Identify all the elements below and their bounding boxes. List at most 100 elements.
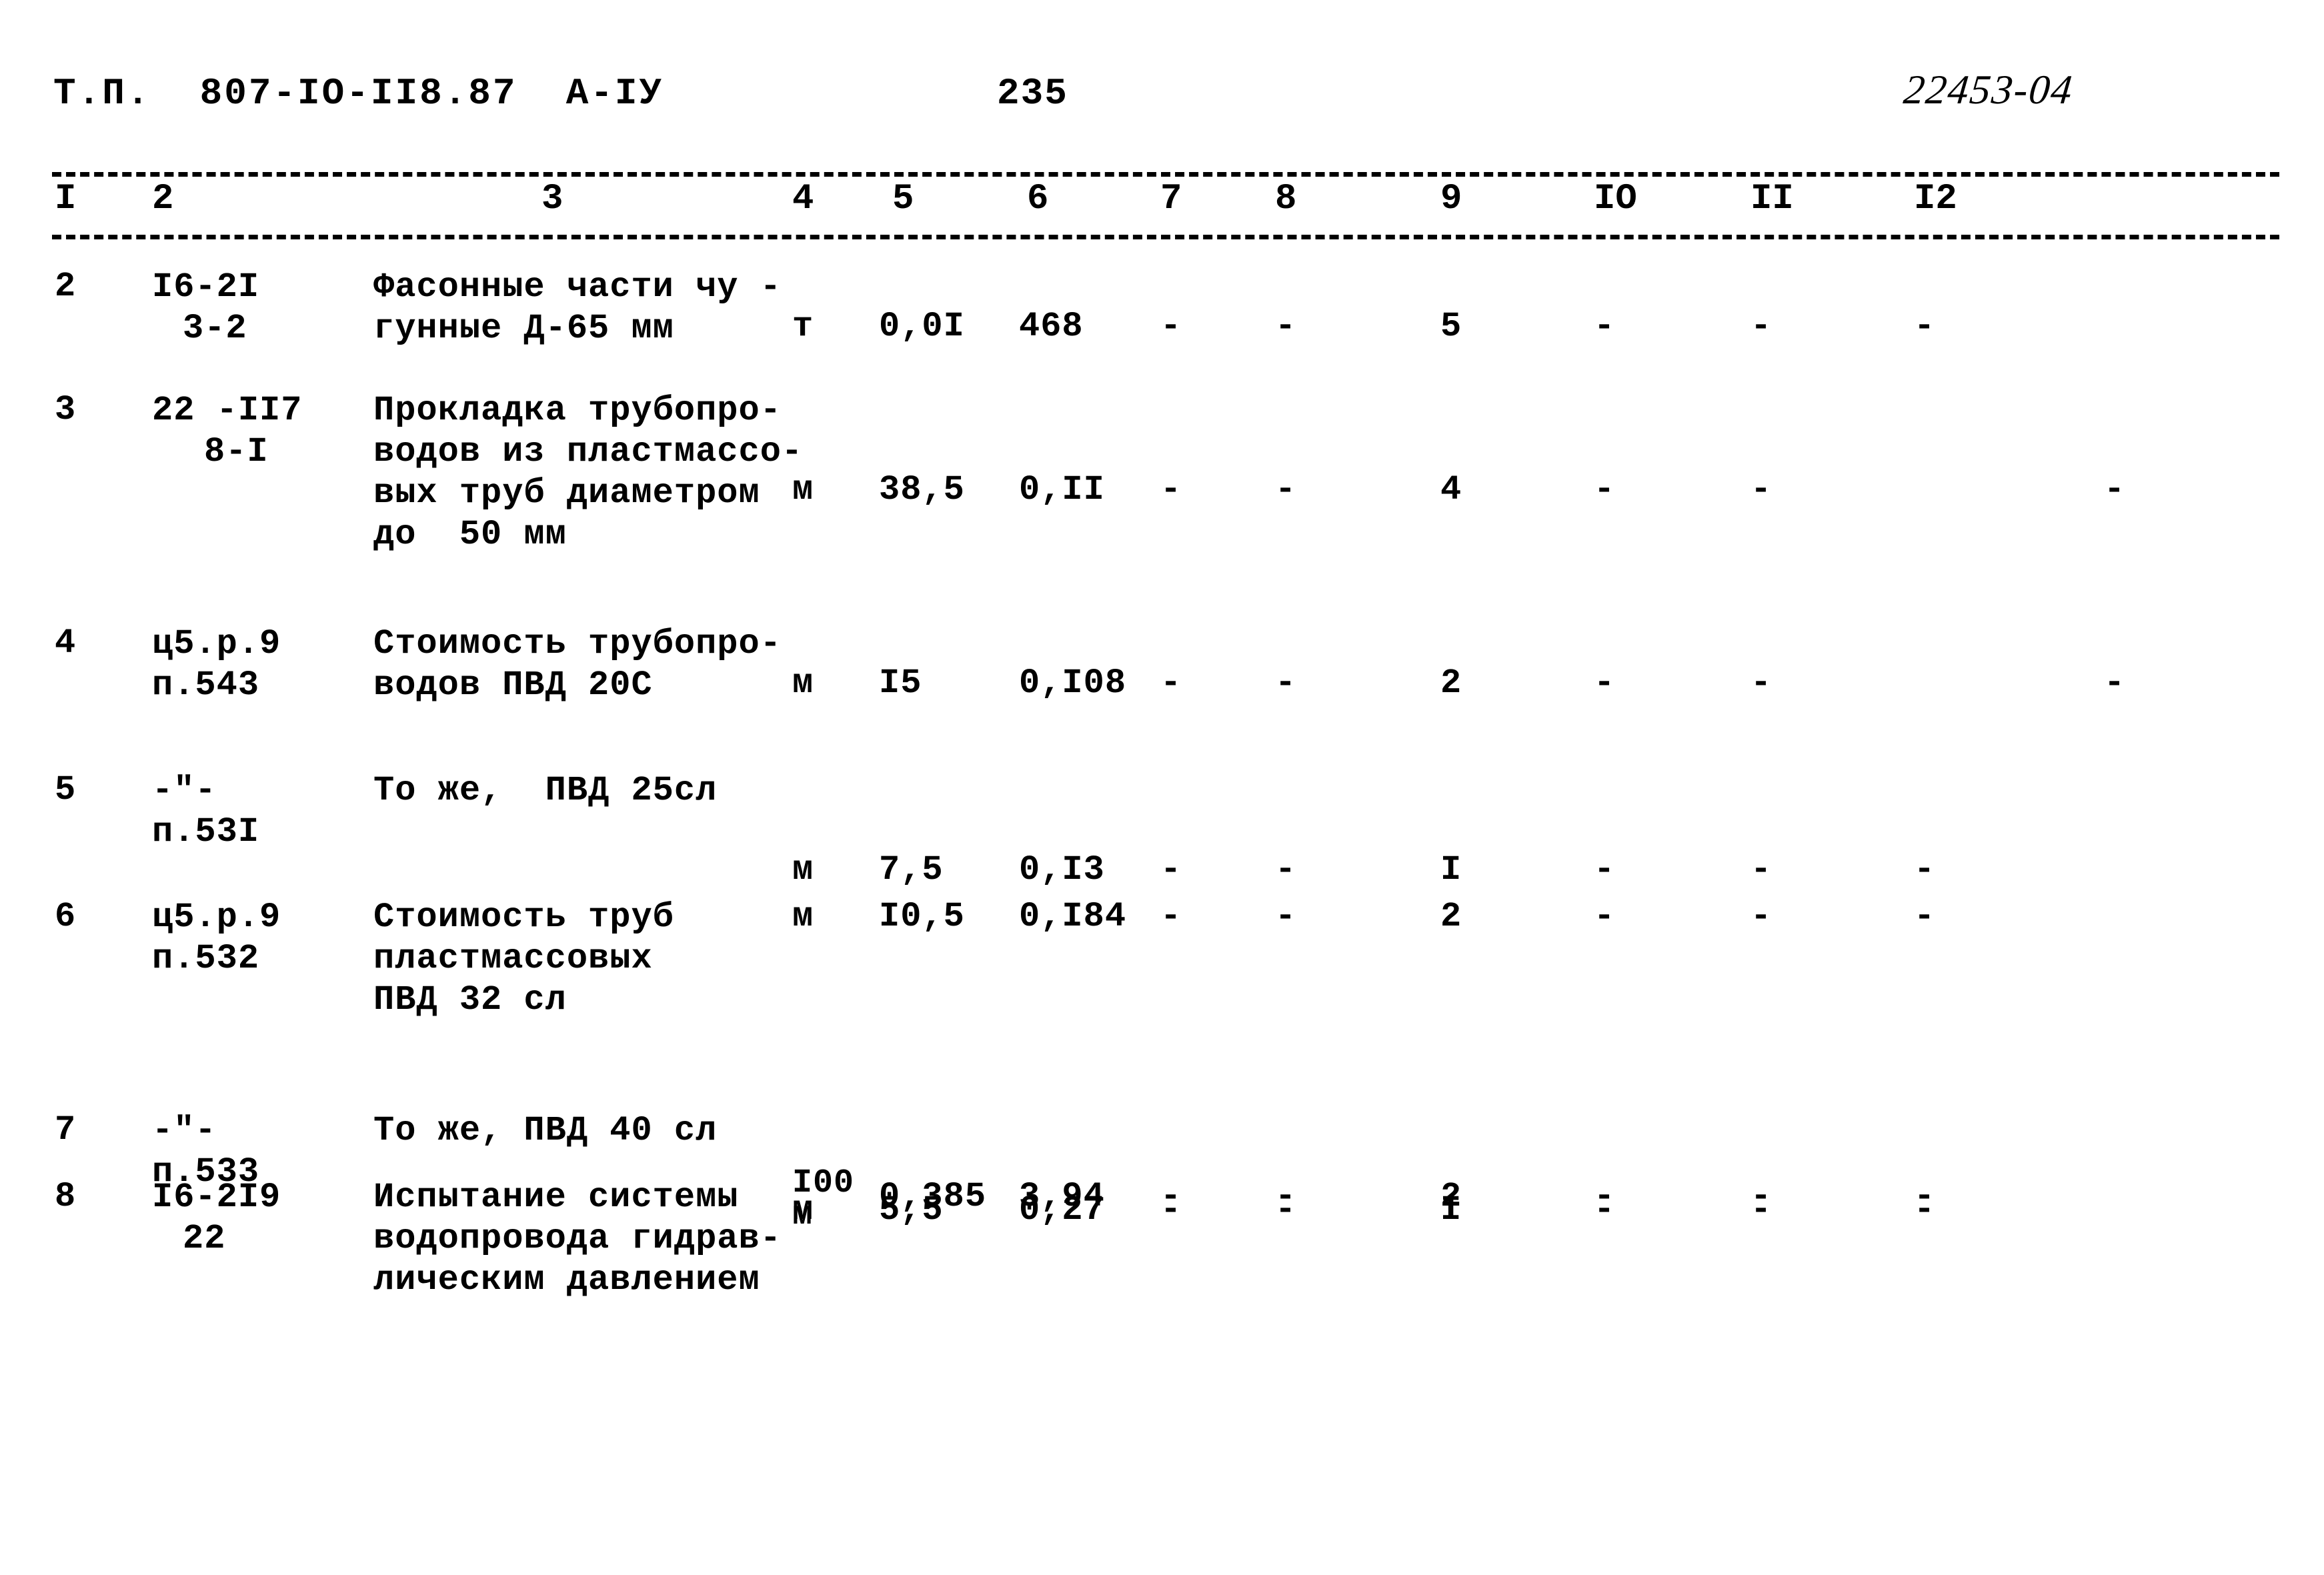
row-value-col6: 0,I3	[1019, 850, 1105, 890]
row-value-col6: 468	[1019, 307, 1084, 346]
row-code: I6-2I9 22	[152, 1177, 281, 1260]
row-unit: I00 м	[792, 1167, 854, 1234]
row-code: ц5.р.9 п.532	[152, 897, 281, 980]
row-value-col11: -	[1751, 1177, 1773, 1216]
row-ordinal: 3	[55, 390, 77, 429]
handwritten-doc-code: 22453-04	[1901, 67, 2076, 113]
row-description: Фасонные части чу - гунные Д-65 мм	[373, 267, 782, 349]
row-description-line: водопровода гидрав-	[373, 1219, 782, 1258]
row-value-col12: -	[1914, 307, 1936, 346]
row-description-line: до 50 мм	[373, 515, 567, 554]
column-number-8: 8	[1275, 179, 1297, 219]
row-description-line: водов из пластмассо-	[373, 432, 804, 471]
row-value-col5: I0,5	[879, 897, 965, 936]
row-code: ц5.р.9 п.543	[152, 623, 281, 706]
page-header: Т.П. 807-IO-II8.87 А-IУ 235 22453-04	[0, 67, 2324, 125]
column-number-7: 7	[1160, 179, 1182, 219]
row-value-col6: 0,II	[1019, 470, 1105, 509]
row-value-col8: -	[1275, 850, 1297, 890]
row-value-col9: 5	[1440, 307, 1462, 346]
row-description: Стоимость труб пластмассовых ПВД 32 сл	[373, 897, 674, 1021]
row-value-col11: -	[1751, 850, 1773, 890]
column-number-9: 9	[1440, 179, 1462, 219]
row-code-line: ц5.р.9	[152, 898, 281, 937]
row-code-line: -"-	[152, 1111, 217, 1150]
row-description-line: пластмассовых	[373, 939, 653, 978]
row-value-col7: -	[1160, 1177, 1182, 1216]
row-value-col6: 0,I08	[1019, 663, 1127, 703]
row-ordinal: 4	[55, 623, 77, 663]
row-value-col10: -	[1594, 470, 1616, 509]
row-value-col11: -	[1751, 663, 1773, 703]
row-description-line: Стоимость трубопро-	[373, 624, 782, 663]
row-code-line: п.543	[152, 665, 260, 705]
row-code: 22 -II7 8-I	[152, 390, 302, 473]
row-value-col8: -	[1275, 1177, 1297, 1216]
row-unit-line: м	[792, 1196, 814, 1234]
row-value-col9: I	[1440, 850, 1462, 890]
row-ordinal: 7	[55, 1110, 77, 1150]
row-unit: м	[792, 663, 814, 703]
row-description-line: водов ПВД 20С	[373, 665, 653, 705]
row-description-line: Стоимость труб	[373, 898, 674, 937]
row-value-col8: -	[1275, 470, 1297, 509]
row-value-col12: -	[2104, 663, 2126, 703]
row-description-line: То же, ПВД 40 сл	[373, 1111, 718, 1150]
row-code-line: 22 -II7	[152, 391, 303, 430]
row-description: Стоимость трубопро-водов ПВД 20С	[373, 623, 782, 706]
row-unit: т	[792, 307, 814, 346]
row-code-line: ц5.р.9	[152, 624, 281, 663]
row-value-col6: 0,I84	[1019, 897, 1127, 936]
row-description-line: лическим давлением	[373, 1260, 760, 1300]
column-number-4: 4	[792, 179, 814, 219]
row-code: I6-2I 3-2	[152, 267, 259, 349]
row-value-col12: -	[1914, 1177, 1936, 1216]
row-value-col11: -	[1751, 307, 1773, 346]
row-unit: м	[792, 897, 814, 936]
table-rule-top	[52, 172, 2279, 177]
row-code-line: I6-2I	[152, 267, 260, 307]
row-value-col5: I5	[879, 663, 922, 703]
column-number-row: I 2 3 4 5 6 7 8 9 IO II I2	[0, 179, 2324, 232]
row-value-col7: -	[1160, 663, 1182, 703]
column-number-5: 5	[892, 179, 914, 219]
row-ordinal: 5	[55, 770, 77, 810]
row-value-col10: -	[1594, 663, 1616, 703]
row-description-line: Фасонные части чу -	[373, 267, 782, 307]
row-description-line: Прокладка трубопро-	[373, 391, 782, 430]
row-value-col12: -	[1914, 897, 1936, 936]
row-unit: м	[792, 470, 814, 509]
table-row: 3 22 -II7 8-I Прокладка трубопро-водов из п…	[0, 390, 2324, 603]
row-unit: м	[792, 850, 814, 890]
row-ordinal: 8	[55, 1177, 77, 1216]
column-number-12: I2	[1914, 179, 1957, 219]
row-code: -"- п.53I	[152, 770, 259, 853]
row-code-line: п.53I	[152, 812, 260, 852]
column-number-10: IO	[1594, 179, 1637, 219]
row-value-col8: -	[1275, 663, 1297, 703]
row-code-line: -"-	[152, 771, 217, 810]
document-page: Т.П. 807-IO-II8.87 А-IУ 235 22453-04 I23…	[0, 0, 2324, 1575]
row-code-line: 3-2	[183, 309, 247, 348]
row-description: Прокладка трубопро-водов из пластмассо-в…	[373, 390, 803, 555]
table-row: 8 I6-2I9 22 Испытание системы водопровода ги…	[0, 1167, 2324, 1390]
row-description-line: Испытание системы	[373, 1178, 739, 1217]
document-identifier: Т.П. 807-IO-II8.87 А-IУ	[53, 72, 664, 115]
row-value-col10: -	[1594, 307, 1616, 346]
row-code-line: 8-I	[204, 432, 269, 471]
row-description: То же, ПВД 25сл	[373, 770, 717, 812]
row-value-col12: -	[2104, 470, 2126, 509]
row-value-col5: 38,5	[879, 470, 965, 509]
row-value-col11: -	[1751, 470, 1773, 509]
row-value-col8: -	[1275, 897, 1297, 936]
row-ordinal: 6	[55, 897, 77, 936]
column-number-2: 2	[152, 179, 174, 219]
column-number-1: I	[55, 179, 77, 219]
column-number-3: 3	[541, 179, 563, 219]
row-description-line: ПВД 32 сл	[373, 980, 567, 1020]
row-code-line: I6-2I9	[152, 1178, 281, 1217]
row-value-col6: 3,94	[1019, 1177, 1105, 1216]
row-value-col7: -	[1160, 897, 1182, 936]
row-value-col10: -	[1594, 1177, 1616, 1216]
row-code-line: 22	[183, 1219, 226, 1258]
